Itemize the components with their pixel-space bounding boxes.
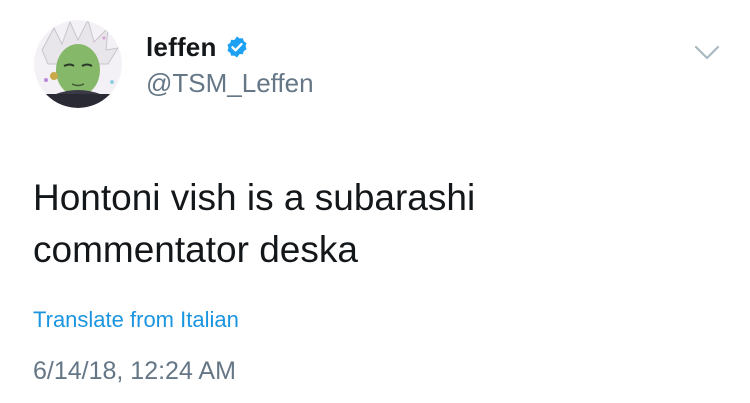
tweet-text: Hontoni vish is a subarashi commentator … xyxy=(33,172,713,276)
display-name[interactable]: leffen xyxy=(146,32,217,62)
tweet-text-line: Hontoni vish is a subarashi xyxy=(33,177,476,218)
avatar[interactable] xyxy=(34,20,122,108)
verified-badge-icon xyxy=(225,35,249,59)
tweet-card: leffen @TSM_Leffen Hontoni vish is a sub… xyxy=(0,0,750,403)
translate-link[interactable]: Translate from Italian xyxy=(33,306,239,334)
chevron-down-icon[interactable] xyxy=(694,44,720,62)
tweet-text-line: commentator deska xyxy=(33,229,358,270)
author-name-row[interactable]: leffen xyxy=(146,30,249,64)
tweet-timestamp[interactable]: 6/14/18, 12:24 AM xyxy=(33,356,236,386)
author-handle[interactable]: @TSM_Leffen xyxy=(146,68,314,98)
avatar-image xyxy=(34,20,122,108)
